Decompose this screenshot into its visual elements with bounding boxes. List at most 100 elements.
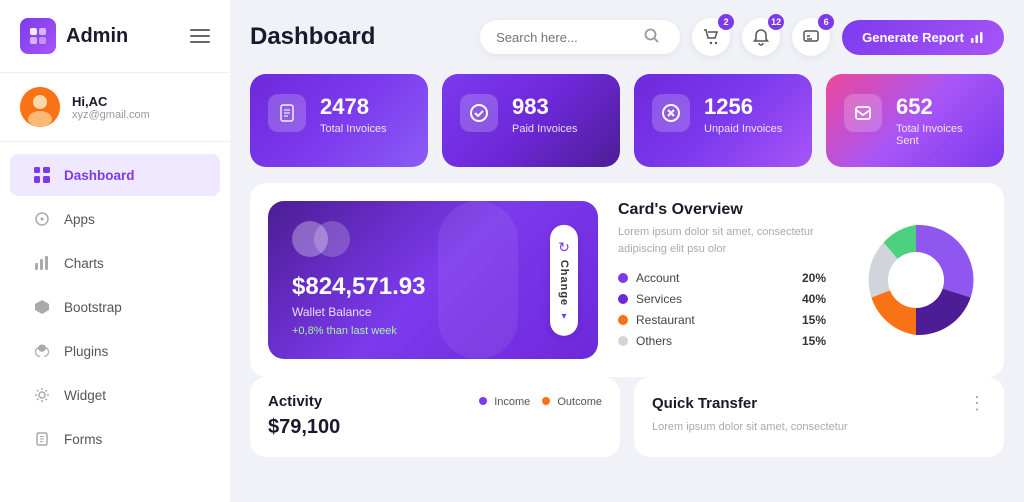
header-icons: 2 12 6 bbox=[692, 18, 1004, 56]
legend-item: Services 40% bbox=[618, 292, 826, 306]
sidebar-item-label: Bootstrap bbox=[64, 300, 122, 315]
income-legend: Income bbox=[479, 396, 530, 408]
stat-cards: 2478 Total Invoices 983 Paid Invoices bbox=[250, 74, 1004, 167]
sidebar-item-dashboard[interactable]: Dashboard bbox=[10, 154, 220, 196]
sidebar-item-charts[interactable]: Charts bbox=[10, 242, 220, 284]
message-badge: 6 bbox=[818, 14, 834, 30]
three-dots-icon[interactable]: ⋮ bbox=[968, 393, 986, 414]
overview-title: Card's Overview bbox=[618, 201, 826, 219]
sidebar-item-widget[interactable]: Widget bbox=[10, 374, 220, 416]
chevron-down-icon: ▾ bbox=[561, 311, 566, 322]
stat-label: Total Invoices Sent bbox=[896, 123, 986, 147]
stat-card-unpaid-invoices[interactable]: 1256 Unpaid Invoices bbox=[634, 74, 812, 167]
income-dot bbox=[479, 397, 487, 405]
activity-header: Activity Income Outcome bbox=[268, 393, 602, 410]
legend-dot-restaurant bbox=[618, 315, 628, 325]
outcome-legend: Outcome bbox=[542, 396, 602, 408]
bell-badge: 12 bbox=[768, 14, 784, 30]
stat-label: Paid Invoices bbox=[512, 123, 577, 135]
sidebar-item-label: Plugins bbox=[64, 344, 108, 359]
bottom-cards: Activity Income Outcome $79,100 Quick Tr… bbox=[250, 377, 1004, 457]
stat-info: 2478 Total Invoices bbox=[320, 94, 387, 135]
user-email: xyz@gmail.com bbox=[72, 109, 150, 121]
legend-dot-services bbox=[618, 294, 628, 304]
wallet-amount: $824,571.93 bbox=[292, 273, 574, 301]
overview-info: Card's Overview Lorem ipsum dolor sit am… bbox=[618, 201, 826, 359]
quick-transfer-section: Quick Transfer ⋮ Lorem ipsum dolor sit a… bbox=[634, 377, 1004, 457]
stat-label: Total Invoices bbox=[320, 123, 387, 135]
sidebar-header: Admin bbox=[0, 0, 230, 73]
stat-info: 983 Paid Invoices bbox=[512, 94, 577, 135]
cart-icon-wrap[interactable]: 2 bbox=[692, 18, 730, 56]
stat-value: 652 bbox=[896, 94, 986, 120]
activity-section: Activity Income Outcome $79,100 bbox=[250, 377, 620, 457]
charts-icon bbox=[32, 253, 52, 273]
quick-transfer-desc: Lorem ipsum dolor sit amet, consectetur bbox=[652, 420, 986, 435]
outcome-dot bbox=[542, 397, 550, 405]
total-invoices-icon bbox=[268, 94, 306, 132]
sidebar-title: Admin bbox=[66, 25, 128, 48]
generate-report-button[interactable]: Generate Report bbox=[842, 20, 1004, 55]
logo-icon bbox=[20, 18, 56, 54]
page-title: Dashboard bbox=[250, 23, 468, 51]
paid-invoices-icon bbox=[460, 94, 498, 132]
quick-transfer-header: Quick Transfer ⋮ bbox=[652, 393, 986, 414]
sidebar-item-plugins[interactable]: Plugins bbox=[10, 330, 220, 372]
sidebar-item-label: Apps bbox=[64, 212, 95, 227]
stat-info: 1256 Unpaid Invoices bbox=[704, 94, 782, 135]
legend-label: Restaurant bbox=[636, 313, 695, 327]
sidebar: Admin Hi,AC xyz@gmail.com bbox=[0, 0, 230, 502]
stat-card-paid-invoices[interactable]: 983 Paid Invoices bbox=[442, 74, 620, 167]
search-input[interactable] bbox=[496, 30, 636, 45]
activity-legend: Income Outcome bbox=[479, 396, 602, 408]
avatar bbox=[20, 87, 60, 127]
stat-card-total-invoices[interactable]: 2478 Total Invoices bbox=[250, 74, 428, 167]
bootstrap-icon bbox=[32, 297, 52, 317]
sidebar-item-apps[interactable]: Apps bbox=[10, 198, 220, 240]
pie-chart bbox=[846, 201, 986, 359]
legend-pct: 15% bbox=[802, 334, 826, 348]
refresh-icon: ↻ bbox=[558, 239, 570, 256]
legend-item: Others 15% bbox=[618, 334, 826, 348]
legend-label: Others bbox=[636, 334, 672, 348]
card-overview-section: $824,571.93 Wallet Balance +0,8% than la… bbox=[250, 183, 1004, 377]
sent-invoices-icon bbox=[844, 94, 882, 132]
plugins-icon bbox=[32, 341, 52, 361]
main-content: Dashboard 2 bbox=[230, 0, 1024, 502]
legend-item: Account 20% bbox=[618, 271, 826, 285]
activity-title: Activity bbox=[268, 393, 322, 410]
unpaid-invoices-icon bbox=[652, 94, 690, 132]
change-btn-label: Change bbox=[558, 260, 570, 306]
message-icon-wrap[interactable]: 6 bbox=[792, 18, 830, 56]
sidebar-item-label: Widget bbox=[64, 388, 106, 403]
cart-badge: 2 bbox=[718, 14, 734, 30]
legend-item: Restaurant 15% bbox=[618, 313, 826, 327]
search-bar bbox=[480, 20, 680, 54]
stat-value: 2478 bbox=[320, 94, 387, 120]
hamburger-menu[interactable] bbox=[190, 29, 210, 43]
sidebar-nav: Dashboard Apps Charts bbox=[0, 142, 230, 502]
sidebar-item-forms[interactable]: Forms bbox=[10, 418, 220, 460]
sidebar-item-bootstrap[interactable]: Bootstrap bbox=[10, 286, 220, 328]
user-name: Hi,AC bbox=[72, 94, 150, 109]
sidebar-item-label: Forms bbox=[64, 432, 102, 447]
quick-transfer-title: Quick Transfer bbox=[652, 395, 757, 412]
overview-desc: Lorem ipsum dolor sit amet, consectetur … bbox=[618, 224, 826, 257]
legend-pct: 15% bbox=[802, 313, 826, 327]
main-header: Dashboard 2 bbox=[250, 18, 1004, 56]
apps-icon bbox=[32, 209, 52, 229]
user-info: Hi,AC xyz@gmail.com bbox=[72, 94, 150, 121]
sidebar-item-label: Charts bbox=[64, 256, 104, 271]
sidebar-item-label: Dashboard bbox=[64, 168, 135, 183]
widget-icon bbox=[32, 385, 52, 405]
change-button[interactable]: ↻ Change ▾ bbox=[550, 225, 578, 335]
stat-card-sent-invoices[interactable]: 652 Total Invoices Sent bbox=[826, 74, 1004, 167]
search-icon bbox=[644, 28, 659, 46]
stat-value: 983 bbox=[512, 94, 577, 120]
stat-info: 652 Total Invoices Sent bbox=[896, 94, 986, 147]
legend-list: Account 20% Services 40% Restaurant 15% … bbox=[618, 271, 826, 348]
bell-icon-wrap[interactable]: 12 bbox=[742, 18, 780, 56]
legend-dot-others bbox=[618, 336, 628, 346]
legend-label: Account bbox=[636, 271, 679, 285]
wallet-card: $824,571.93 Wallet Balance +0,8% than la… bbox=[268, 201, 598, 359]
